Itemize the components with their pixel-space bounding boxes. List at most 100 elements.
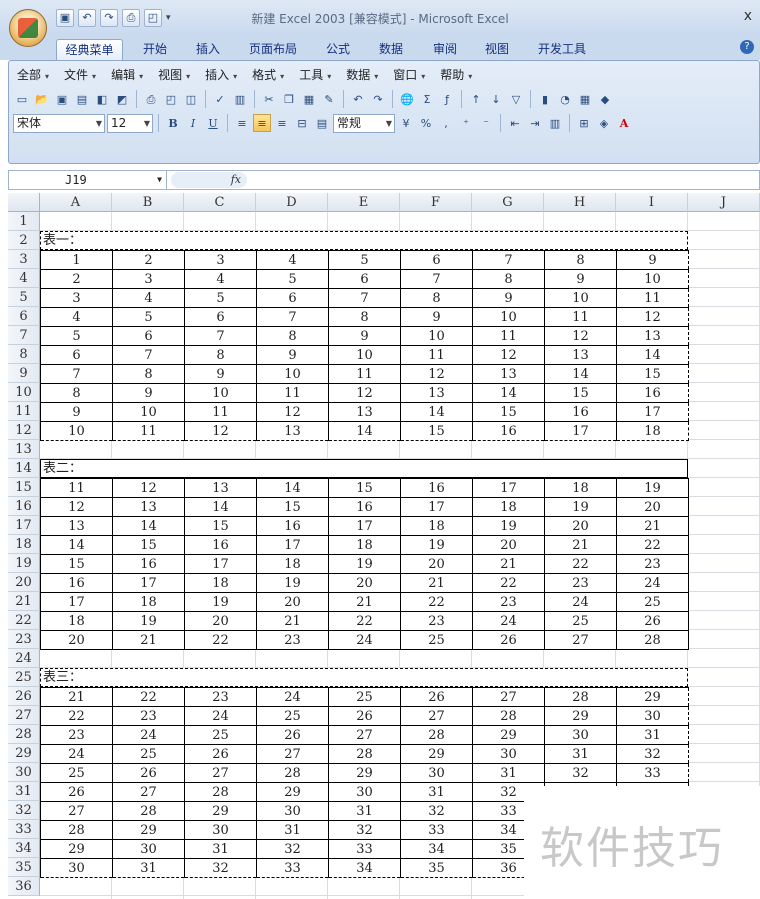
cell[interactable]: 24: [616, 573, 689, 593]
row-header-20[interactable]: 20: [8, 573, 40, 592]
row-header-9[interactable]: 9: [8, 364, 40, 383]
cell[interactable]: 28: [328, 744, 401, 764]
merge-center-icon[interactable]: ⊟: [293, 114, 311, 132]
cell[interactable]: 22: [400, 592, 473, 612]
cell[interactable]: 12: [400, 364, 473, 384]
cell[interactable]: 27: [328, 725, 401, 745]
column-header-A[interactable]: A: [40, 193, 112, 212]
cell[interactable]: 3: [184, 250, 257, 270]
cell[interactable]: 26: [256, 725, 329, 745]
cell[interactable]: 11: [184, 402, 257, 422]
row-header-18[interactable]: 18: [8, 535, 40, 554]
cell[interactable]: 9: [184, 364, 257, 384]
cell[interactable]: 17: [400, 497, 473, 517]
cell[interactable]: 15: [616, 364, 689, 384]
cell[interactable]: 31: [472, 763, 545, 783]
cell[interactable]: 28: [40, 820, 113, 840]
save-icon[interactable]: ▣: [53, 90, 71, 108]
cell[interactable]: 11: [328, 364, 401, 384]
cell[interactable]: 24: [544, 592, 617, 612]
print-icon[interactable]: ⎙: [122, 9, 140, 27]
cell[interactable]: 27: [472, 687, 545, 707]
spelling-icon[interactable]: ✓: [211, 90, 229, 108]
align-center-icon[interactable]: ≡: [253, 114, 271, 132]
increase-decimal-icon[interactable]: ⁺: [457, 114, 475, 132]
cell[interactable]: 8: [544, 250, 617, 270]
cell[interactable]: 4: [184, 269, 257, 289]
cell[interactable]: 10: [112, 402, 185, 422]
cell[interactable]: 14: [112, 516, 185, 536]
cell[interactable]: 8: [112, 364, 185, 384]
cell[interactable]: 24: [184, 706, 257, 726]
cell[interactable]: 25: [256, 706, 329, 726]
cell[interactable]: 34: [400, 839, 473, 859]
classic-menu-5[interactable]: 格式 ▾: [244, 65, 291, 85]
cell[interactable]: 24: [112, 725, 185, 745]
cell[interactable]: 18: [544, 478, 617, 498]
cell[interactable]: 10: [256, 364, 329, 384]
paste-icon[interactable]: ▦: [300, 90, 318, 108]
cell[interactable]: 15: [400, 421, 473, 441]
cell[interactable]: 25: [616, 592, 689, 612]
row-header-6[interactable]: 6: [8, 307, 40, 326]
cell[interactable]: 16: [472, 421, 545, 441]
percent-icon[interactable]: %: [417, 114, 435, 132]
cell[interactable]: 14: [256, 478, 329, 498]
cell[interactable]: 26: [112, 763, 185, 783]
decrease-indent-icon[interactable]: ⇤: [506, 114, 524, 132]
classic-menu-8[interactable]: 窗口 ▾: [385, 65, 432, 85]
cell[interactable]: 13: [112, 497, 185, 517]
cell[interactable]: 14: [400, 402, 473, 422]
cell[interactable]: 7: [40, 364, 113, 384]
cell[interactable]: 5: [40, 326, 113, 346]
row-header-19[interactable]: 19: [8, 554, 40, 573]
tab-1[interactable]: 开始: [134, 39, 176, 60]
permission-icon[interactable]: ◩: [113, 90, 131, 108]
cell[interactable]: 8: [40, 383, 113, 403]
cell[interactable]: 32: [400, 801, 473, 821]
number-format-select[interactable]: 常规 ▼: [333, 113, 395, 133]
table-caption[interactable]: 表三：: [40, 668, 688, 687]
increase-indent-icon[interactable]: ⇥: [526, 114, 544, 132]
cell[interactable]: 22: [112, 687, 185, 707]
cell[interactable]: 6: [112, 326, 185, 346]
font-color-icon[interactable]: A: [615, 114, 633, 132]
cell[interactable]: 28: [616, 630, 689, 650]
cell[interactable]: 26: [400, 687, 473, 707]
row-header-4[interactable]: 4: [8, 269, 40, 288]
save-icon[interactable]: ▣: [56, 9, 74, 27]
cell[interactable]: 18: [328, 535, 401, 555]
cell[interactable]: 30: [472, 744, 545, 764]
cell[interactable]: 22: [328, 611, 401, 631]
cell[interactable]: 19: [400, 535, 473, 555]
font-size-select[interactable]: 12 ▼: [107, 113, 153, 133]
cell[interactable]: 17: [184, 554, 257, 574]
tab-4[interactable]: 公式: [316, 39, 360, 60]
cell[interactable]: 30: [112, 839, 185, 859]
cell[interactable]: 29: [472, 725, 545, 745]
cell[interactable]: 13: [616, 326, 689, 346]
cell[interactable]: 31: [328, 801, 401, 821]
cell[interactable]: 10: [184, 383, 257, 403]
tab-2[interactable]: 插入: [186, 39, 230, 60]
cell[interactable]: 18: [112, 592, 185, 612]
table-caption[interactable]: 表二：: [40, 459, 688, 478]
cell[interactable]: 26: [40, 782, 113, 802]
cell[interactable]: 31: [616, 725, 689, 745]
cell[interactable]: 19: [112, 611, 185, 631]
cell[interactable]: 28: [400, 725, 473, 745]
borders-grid-icon[interactable]: ▦: [576, 90, 594, 108]
cell[interactable]: 9: [328, 326, 401, 346]
cell[interactable]: 13: [40, 516, 113, 536]
decrease-decimal-icon[interactable]: ⁻: [477, 114, 495, 132]
select-all-corner[interactable]: [8, 193, 40, 212]
cell[interactable]: 16: [112, 554, 185, 574]
cell[interactable]: 32: [616, 744, 689, 764]
cell[interactable]: 12: [328, 383, 401, 403]
cell[interactable]: 17: [40, 592, 113, 612]
cell[interactable]: 18: [184, 573, 257, 593]
column-header-H[interactable]: H: [544, 193, 616, 212]
cell[interactable]: 30: [616, 706, 689, 726]
cell[interactable]: 15: [184, 516, 257, 536]
cell[interactable]: 25: [328, 687, 401, 707]
